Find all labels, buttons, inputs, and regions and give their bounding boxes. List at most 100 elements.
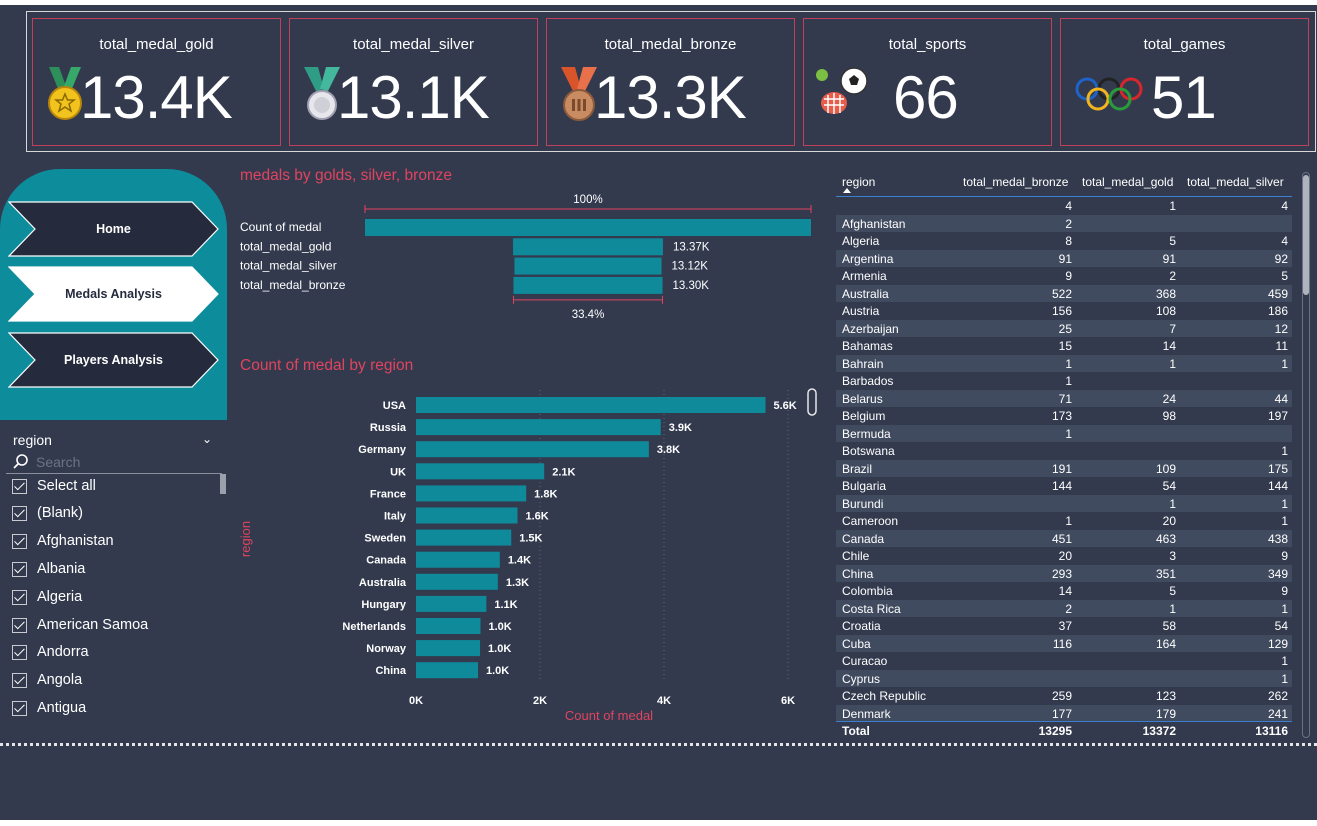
bar[interactable] — [416, 551, 500, 568]
slicer-item[interactable]: (Blank) — [12, 503, 83, 523]
slicer-item[interactable]: Angola — [12, 670, 82, 690]
slicer-title: region — [13, 432, 52, 448]
funnel-bar[interactable] — [513, 276, 663, 294]
bar[interactable] — [416, 507, 518, 524]
cell-gold: 24 — [1162, 391, 1176, 406]
table-scrollbar-thumb[interactable] — [1303, 175, 1309, 295]
bar[interactable] — [416, 485, 527, 502]
cell-bronze: 451 — [1051, 531, 1072, 546]
cell-region: Czech Republic — [842, 689, 927, 703]
total-silver: 13116 — [1255, 724, 1288, 738]
home-nav-button[interactable]: Home — [8, 201, 219, 257]
checkbox[interactable] — [12, 700, 27, 716]
slicer-item-label: Algeria — [37, 589, 83, 605]
search-placeholder: Search — [36, 454, 81, 470]
cell-gold: 1 — [1169, 601, 1176, 616]
medals-table: region total_medal_bronze total_medal_go… — [836, 168, 1294, 740]
table-row: Austria 156 108 186 — [836, 302, 1292, 320]
chevron-down-icon[interactable]: ⌄ — [202, 432, 212, 446]
bar[interactable] — [416, 595, 487, 612]
x-tick-label: 0K — [409, 695, 423, 707]
table-row: Chile 20 3 9 — [836, 547, 1292, 565]
bar[interactable] — [416, 662, 478, 679]
funnel-bar[interactable] — [365, 219, 811, 236]
kpi-title: total_medal_bronze — [604, 36, 737, 53]
players-analysis-nav-button[interactable]: Players Analysis — [8, 332, 219, 388]
slicer-item[interactable]: Antigua — [12, 698, 86, 718]
column-header-region[interactable]: region — [842, 175, 875, 189]
cell-gold: 20 — [1162, 514, 1176, 528]
checkbox[interactable] — [12, 644, 27, 660]
cell-region: Bermuda — [842, 426, 891, 441]
checkbox[interactable] — [12, 533, 27, 549]
medals-analysis-nav-button[interactable]: Medals Analysis — [8, 266, 219, 322]
slicer-scrollbar[interactable] — [220, 474, 226, 494]
table-row: Azerbaijan 25 7 12 — [836, 319, 1292, 337]
category-label: France — [370, 488, 406, 500]
funnel-chart: 100% Count of medal total_medal_gold 13.37K… — [240, 194, 812, 321]
cell-region: Afghanistan — [842, 216, 906, 231]
slicer-item-label: Andorra — [37, 644, 89, 660]
bar[interactable] — [416, 529, 512, 546]
slicer-item[interactable]: Andorra — [12, 642, 89, 662]
category-label: China — [375, 665, 406, 677]
funnel-chart-title: medals by golds, silver, bronze — [240, 167, 452, 184]
cell-region: Cuba — [842, 636, 871, 651]
slicer-item-label: Albania — [37, 561, 86, 577]
category-label: Hungary — [361, 599, 407, 611]
cell-bronze: 2 — [1065, 601, 1072, 616]
cell-region: Bulgaria — [842, 479, 887, 493]
checkbox[interactable] — [12, 505, 27, 521]
cell-bronze: 20 — [1058, 549, 1072, 563]
column-header-bronze[interactable]: total_medal_bronze — [963, 175, 1068, 189]
checkbox[interactable] — [12, 561, 27, 577]
slicer-item[interactable]: Algeria — [12, 587, 82, 607]
table-row: Botswana 1 — [836, 442, 1292, 460]
navigation-panel: Home Medals Analysis Players Analysis — [0, 169, 227, 420]
table-row: Argentina 91 91 92 — [836, 249, 1292, 267]
kpi-title: total_games — [1143, 36, 1226, 53]
cell-region: Algeria — [842, 234, 880, 248]
checkbox[interactable] — [12, 617, 27, 633]
bar[interactable] — [416, 463, 545, 480]
cell-bronze: 173 — [1051, 409, 1072, 423]
kpi-value: 13.1K — [337, 64, 490, 131]
cell-bronze: 2 — [1065, 216, 1072, 231]
category-label: Germany — [358, 444, 407, 456]
bar[interactable] — [416, 618, 481, 634]
cell-silver: 349 — [1267, 566, 1288, 581]
cell-region: Azerbaijan — [842, 321, 899, 336]
value-label: 1.0K — [486, 665, 509, 677]
bar[interactable] — [416, 640, 481, 657]
slicer-search-input[interactable]: Search — [6, 452, 222, 474]
category-label: Italy — [384, 511, 407, 523]
column-header-gold[interactable]: total_medal_gold — [1082, 175, 1173, 189]
funnel-bar[interactable] — [513, 238, 663, 256]
bar[interactable] — [416, 397, 766, 413]
x-tick-label: 6K — [781, 695, 795, 707]
checkbox[interactable] — [12, 672, 27, 688]
checkbox[interactable] — [12, 589, 27, 605]
table-row: Costa Rica 2 1 1 — [836, 599, 1292, 617]
slicer-item[interactable]: American Samoa — [12, 615, 148, 635]
funnel-bar[interactable] — [514, 257, 662, 275]
medals-analysis-nav-label: Medals Analysis — [65, 287, 162, 301]
cell-gold: 2 — [1169, 269, 1176, 283]
funnel-label: Count of medal — [240, 220, 321, 234]
bar[interactable] — [416, 419, 661, 436]
slicer-item-select-all[interactable]: Select all — [12, 476, 96, 496]
slicer-item[interactable]: Afghanistan — [12, 531, 114, 551]
cell-gold: 7 — [1169, 321, 1176, 336]
slicer-item[interactable]: Albania — [12, 559, 85, 579]
column-header-silver[interactable]: total_medal_silver — [1187, 175, 1284, 189]
slicer-item-label: Antigua — [37, 700, 87, 716]
checkbox[interactable] — [12, 478, 27, 494]
cell-bronze: 1 — [1065, 426, 1072, 441]
chart-scrollbar[interactable] — [807, 388, 817, 416]
cell-silver: 459 — [1267, 286, 1288, 301]
cell-bronze: 1 — [1065, 374, 1072, 388]
cell-region: Barbados — [842, 374, 894, 388]
bar[interactable] — [416, 441, 649, 458]
bar[interactable] — [416, 573, 498, 590]
kpi-title: total_sports — [888, 36, 967, 53]
